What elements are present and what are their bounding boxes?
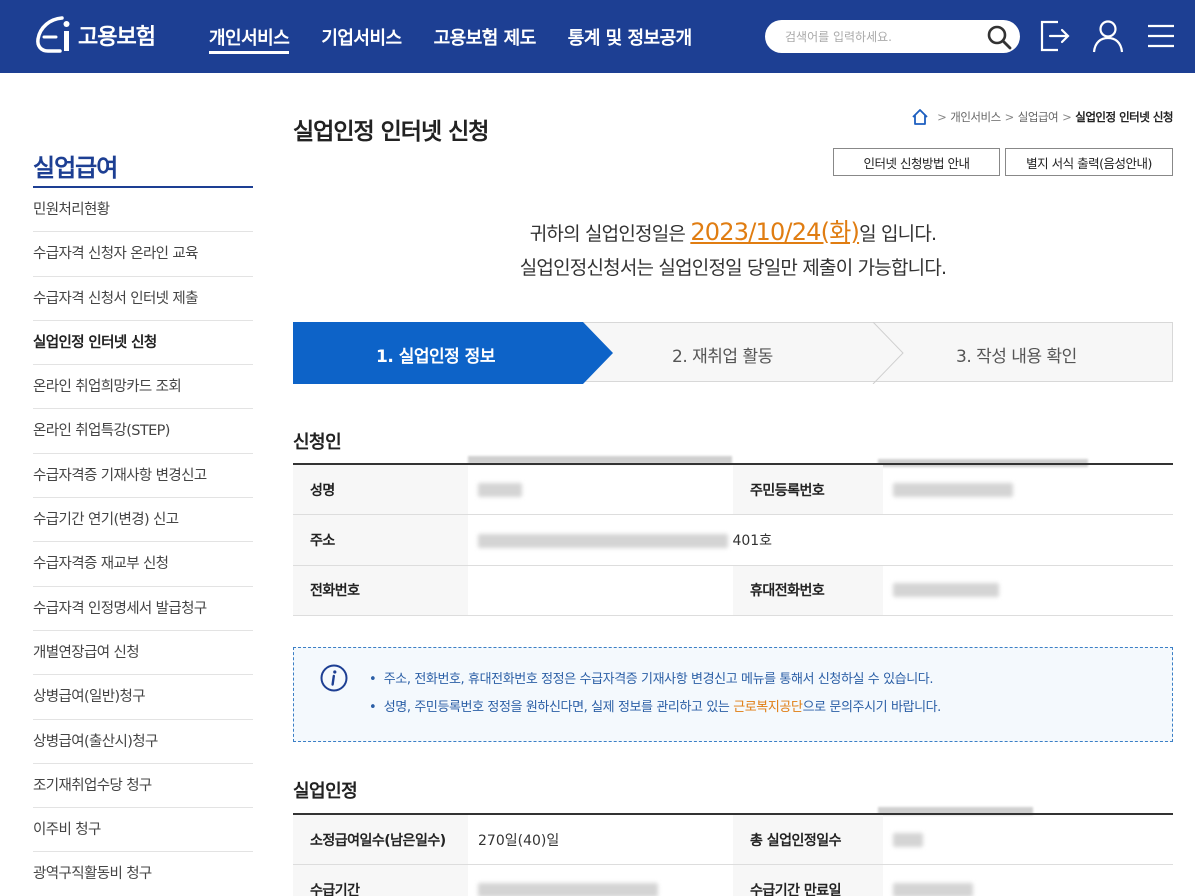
search-input[interactable]	[785, 27, 985, 47]
table-row: 주소 401호	[293, 514, 1173, 566]
benefit-days-label: 소정급여일수(남은일수)	[293, 814, 468, 866]
search-box	[765, 20, 1020, 53]
benefit-period-label: 수급기간	[293, 864, 468, 896]
sidebar-item-wide-area-job[interactable]: 광역구직활동비 청구	[33, 852, 253, 896]
unemployment-section-title: 실업인정	[293, 781, 358, 802]
recognition-date-notice: 귀하의 실업인정일은 2023/10/24(화)일 입니다.	[529, 218, 937, 246]
info-icon	[320, 664, 348, 692]
benefit-days-value: 270일(40)일	[468, 814, 733, 866]
applicant-table: 성명 주민등록번호 주소 401호 전화번호 휴대전화번호	[293, 463, 1173, 617]
guide-button[interactable]: 인터넷 신청방법 안내	[833, 148, 1000, 176]
sidebar-item-step-lecture[interactable]: 온라인 취업특강(STEP)	[33, 409, 253, 454]
name-value	[468, 464, 733, 516]
info-list: • 주소, 전화번호, 휴대전화번호 정정은 수급자격증 기재사항 변경신고 메…	[369, 668, 941, 724]
print-form-button[interactable]: 별지 서식 출력(음성안내)	[1005, 148, 1173, 176]
logo-text: 고용보험	[78, 25, 156, 50]
unemployment-table: 소정급여일수(남은일수) 270일(40)일 총 실업인정일수 수급기간 수급기…	[293, 813, 1173, 896]
logo[interactable]: 고용보험	[32, 12, 156, 58]
rrn-value	[883, 464, 1173, 516]
name-label: 성명	[293, 464, 468, 516]
sidebar-item-certificate[interactable]: 수급자격 인정명세서 발급청구	[33, 587, 253, 631]
chevron-right-icon: >	[1062, 110, 1072, 124]
table-row: 전화번호 휴대전화번호	[293, 565, 1173, 617]
step-2: 2. 재취업 활동	[672, 347, 773, 367]
nav-personal-services[interactable]: 개인서비스	[209, 24, 290, 54]
sidebar-item-reissue[interactable]: 수급자격증 재교부 신청	[33, 542, 253, 587]
sidebar-item-unemployment-recognition[interactable]: 실업인정 인터넷 신청	[33, 321, 253, 366]
total-days-label: 총 실업인정일수	[733, 814, 883, 866]
list-item: • 성명, 주민등록번호 정정을 원하신다면, 실제 정보를 관리하고 있는 근…	[369, 700, 941, 715]
sidebar-menu: 민원처리현황 수급자격 신청자 온라인 교육 수급자격 신청서 인터넷 제출 실…	[33, 188, 253, 896]
user-icon[interactable]	[1091, 18, 1125, 54]
top-header: 고용보험 개인서비스 기업서비스 고용보험 제도 통계 및 정보공개	[0, 0, 1195, 73]
search-icon[interactable]	[986, 24, 1012, 50]
logo-icon	[36, 16, 70, 53]
address-label: 주소	[293, 514, 468, 566]
step-indicator: 1. 실업인정 정보 2. 재취업 활동 3. 작성 내용 확인	[293, 322, 1173, 384]
applicant-section-title: 신청인	[293, 432, 342, 453]
chevron-right-icon: >	[1004, 110, 1015, 124]
sidebar-item-period-extension[interactable]: 수급기간 연기(변경) 신고	[33, 498, 253, 543]
address-value: 401호	[468, 514, 1173, 566]
breadcrumb-item[interactable]: 개인서비스	[950, 109, 1001, 125]
period-expiry-label: 수급기간 만료일	[733, 864, 883, 896]
sidebar-title: 실업급여	[33, 154, 118, 182]
sidebar-item-sickness-general[interactable]: 상병급여(일반)청구	[33, 675, 253, 720]
rrn-label: 주민등록번호	[733, 464, 883, 516]
kcomwel-highlight: 근로복지공단	[733, 700, 803, 715]
sidebar-item-sickness-childbirth[interactable]: 상병급여(출산시)청구	[33, 720, 253, 764]
benefit-period-value	[468, 864, 733, 896]
nav-insurance-system[interactable]: 고용보험 제도	[434, 24, 537, 54]
period-expiry-value	[883, 864, 1173, 896]
nav-statistics[interactable]: 통계 및 정보공개	[568, 24, 692, 54]
total-days-value	[883, 814, 1173, 866]
info-box: • 주소, 전화번호, 휴대전화번호 정정은 수급자격증 기재사항 변경신고 메…	[293, 647, 1173, 742]
sidebar-item-application-submit[interactable]: 수급자격 신청서 인터넷 제출	[33, 277, 253, 321]
logout-icon[interactable]	[1038, 18, 1072, 54]
home-icon[interactable]	[911, 108, 929, 126]
sidebar-item-complaint-status[interactable]: 민원처리현황	[33, 188, 253, 233]
sidebar-item-relocation[interactable]: 이주비 청구	[33, 808, 253, 853]
sidebar-item-early-reemployment[interactable]: 조기재취업수당 청구	[33, 764, 253, 809]
sidebar-item-online-education[interactable]: 수급자격 신청자 온라인 교육	[33, 232, 253, 277]
recognition-date: 2023/10/24(화)	[690, 218, 860, 246]
menu-icon[interactable]	[1144, 18, 1178, 54]
table-row: 수급기간 수급기간 만료일	[293, 864, 1173, 896]
sidebar-item-job-card[interactable]: 온라인 취업희망카드 조회	[33, 365, 253, 410]
mobile-label: 휴대전화번호	[733, 565, 883, 617]
chevron-right-icon: >	[937, 110, 947, 124]
list-item: • 주소, 전화번호, 휴대전화번호 정정은 수급자격증 기재사항 변경신고 메…	[369, 672, 934, 687]
mobile-value	[883, 565, 1173, 617]
page-title: 실업인정 인터넷 신청	[293, 119, 489, 145]
step-3: 3. 작성 내용 확인	[956, 347, 1077, 367]
main-nav: 개인서비스 기업서비스 고용보험 제도 통계 및 정보공개	[209, 24, 724, 54]
breadcrumb-item[interactable]: 실업급여	[1018, 109, 1059, 125]
breadcrumb-current: 실업인정 인터넷 신청	[1075, 110, 1173, 124]
nav-business-services[interactable]: 기업서비스	[321, 24, 402, 54]
phone-value	[468, 565, 733, 617]
step-1: 1. 실업인정 정보	[376, 347, 495, 367]
submission-notice: 실업인정신청서는 실업인정일 당일만 제출이 가능합니다.	[519, 257, 947, 279]
phone-label: 전화번호	[293, 565, 468, 617]
breadcrumb: > 개인서비스 > 실업급여 > 실업인정 인터넷 신청	[911, 108, 1173, 126]
sidebar-item-extension-benefit[interactable]: 개별연장급여 신청	[33, 631, 253, 676]
table-row: 소정급여일수(남은일수) 270일(40)일 총 실업인정일수	[293, 814, 1173, 866]
sidebar-item-change-report[interactable]: 수급자격증 기재사항 변경신고	[33, 454, 253, 499]
table-row: 성명 주민등록번호	[293, 464, 1173, 516]
